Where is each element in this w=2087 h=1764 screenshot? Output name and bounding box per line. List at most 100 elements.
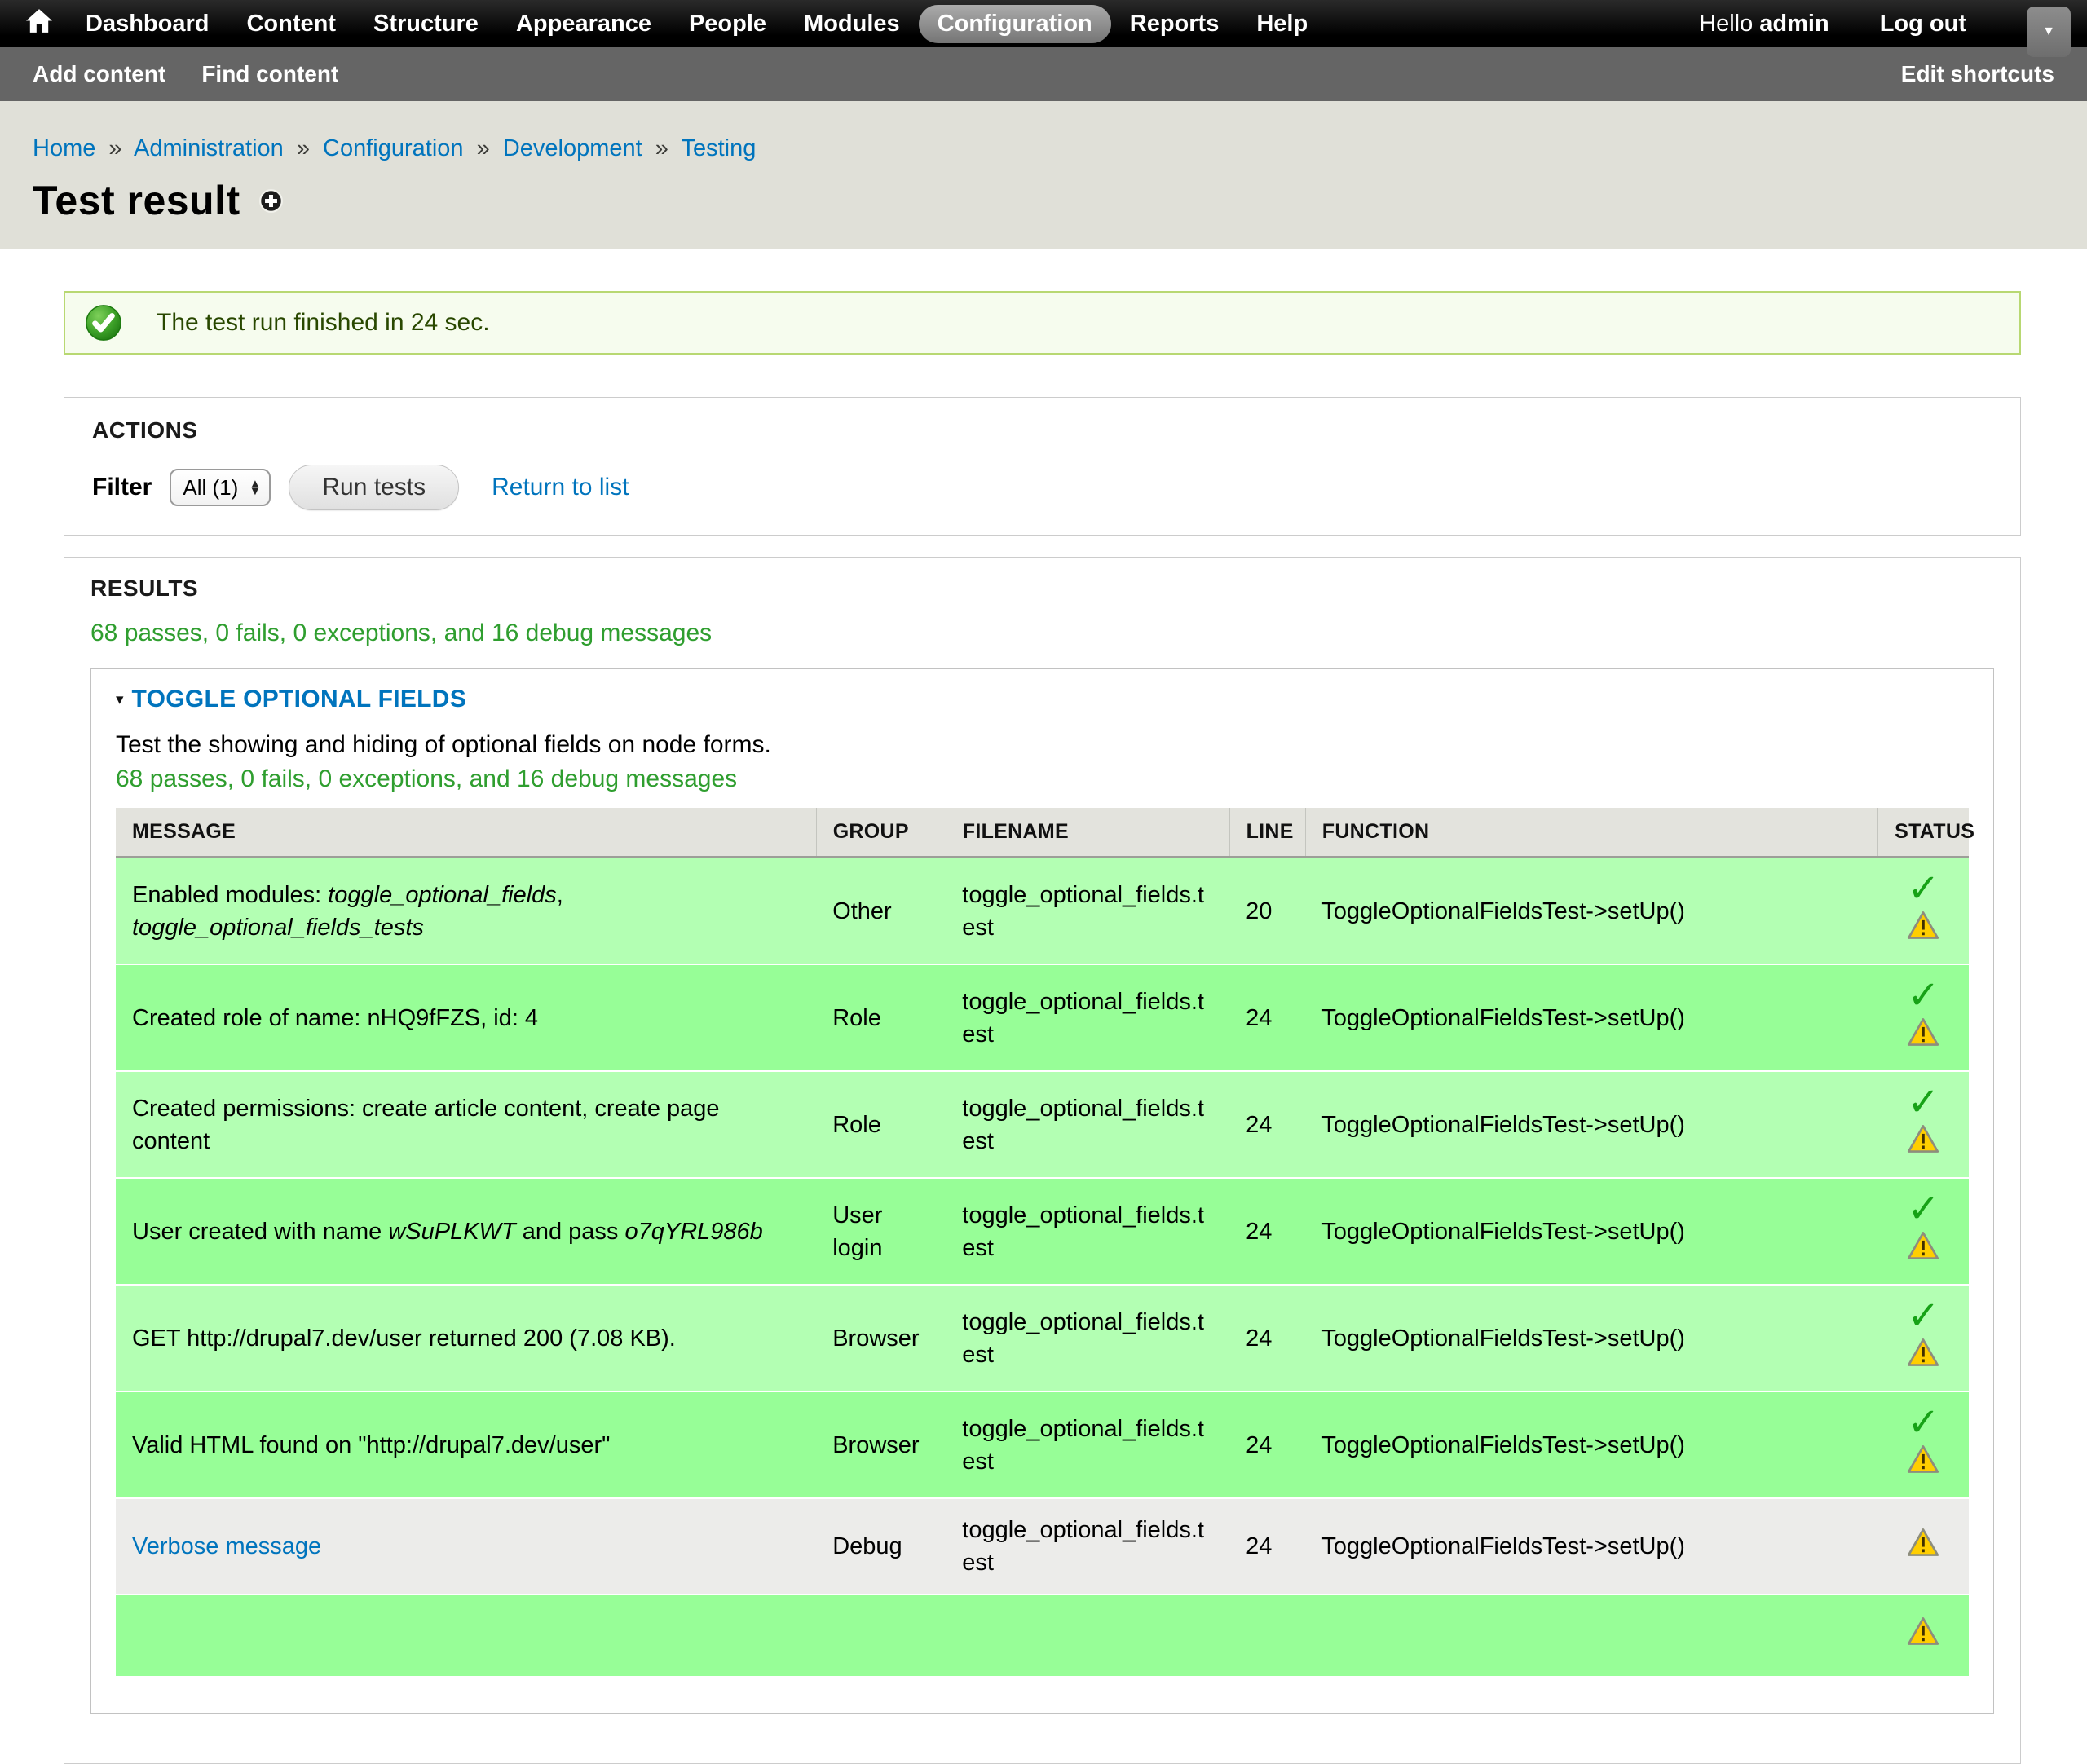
breadcrumb-development[interactable]: Development — [503, 135, 642, 161]
cell-group: Role — [816, 1071, 946, 1178]
pass-check-icon: ✓ — [1907, 1401, 1939, 1444]
warning-icon — [1907, 911, 1939, 940]
filter-select[interactable]: All (1) ▲▼ — [170, 469, 271, 506]
filter-label: Filter — [92, 474, 152, 501]
results-table-body: Enabled modules: toggle_optional_fields,… — [116, 858, 1969, 1678]
logout-link[interactable]: Log out — [1880, 11, 1966, 37]
results-fieldset: RESULTS 68 passes, 0 fails, 0 exceptions… — [64, 557, 2021, 1764]
pass-check-icon: ✓ — [1907, 1188, 1939, 1231]
cell-filename: toggle_optional_fields.test — [946, 858, 1229, 965]
breadcrumb: Home » Administration » Configuration » … — [33, 135, 2054, 162]
cell-group: Debug — [816, 1498, 946, 1594]
col-header-line: LINE — [1229, 808, 1305, 858]
cell-filename: toggle_optional_fields.test — [946, 1178, 1229, 1285]
cell-status: ✓ — [1878, 964, 1969, 1071]
col-header-message: MESSAGE — [116, 808, 816, 858]
test-group-title-link[interactable]: TOGGLE OPTIONAL FIELDS — [132, 686, 467, 713]
table-row: Created role of name: nHQ9fFZS, id: 4 Ro… — [116, 964, 1969, 1071]
cell-filename: toggle_optional_fields.test — [946, 1071, 1229, 1178]
user-greeting-link[interactable]: Hello admin — [1699, 11, 1829, 37]
warning-icon — [1907, 1124, 1939, 1153]
edit-shortcuts-link[interactable]: Edit shortcuts — [1901, 61, 2054, 86]
cell-message — [116, 1594, 816, 1677]
warning-icon — [1907, 1616, 1939, 1646]
cell-message: Valid HTML found on "http://drupal7.dev/… — [116, 1391, 816, 1498]
cell-message: Created permissions: create article cont… — [116, 1071, 816, 1178]
run-tests-button[interactable]: Run tests — [289, 465, 459, 510]
success-check-icon — [85, 304, 122, 342]
results-legend: RESULTS — [90, 576, 1994, 602]
cell-line: 24 — [1229, 1391, 1305, 1498]
breadcrumb-separator: » — [108, 135, 121, 161]
greeting-prefix: Hello — [1699, 11, 1753, 37]
cell-group: Browser — [816, 1285, 946, 1391]
menu-item-dashboard[interactable]: Dashboard — [67, 5, 227, 43]
menu-item-appearance[interactable]: Appearance — [497, 5, 670, 43]
shortcut-find-content[interactable]: Find content — [201, 61, 338, 87]
menu-item-people[interactable]: People — [670, 5, 785, 43]
admin-toolbar: Dashboard Content Structure Appearance P… — [0, 0, 2087, 47]
table-row: User created with name wSuPLKWT and pass… — [116, 1178, 1969, 1285]
cell-message: Enabled modules: toggle_optional_fields,… — [116, 858, 816, 965]
cell-message: GET http://drupal7.dev/user returned 200… — [116, 1285, 816, 1391]
shortcut-add-content[interactable]: Add content — [33, 61, 165, 87]
table-row: Enabled modules: toggle_optional_fields,… — [116, 858, 1969, 965]
warning-icon — [1907, 1017, 1939, 1047]
cell-line: 24 — [1229, 964, 1305, 1071]
toolbar-drawer-toggle[interactable]: ▼ — [2027, 7, 2071, 57]
username: admin — [1759, 11, 1829, 37]
col-header-status: STATUS — [1878, 808, 1969, 858]
breadcrumb-administration[interactable]: Administration — [134, 135, 284, 161]
cell-group: Other — [816, 858, 946, 965]
shortcut-bar: Add content Find content Edit shortcuts — [0, 47, 2087, 101]
collapse-arrow-icon[interactable]: ▾ — [116, 690, 124, 709]
cell-status: ✓ — [1878, 1285, 1969, 1391]
table-row: GET http://drupal7.dev/user returned 200… — [116, 1285, 1969, 1391]
breadcrumb-configuration[interactable]: Configuration — [323, 135, 464, 161]
breadcrumb-separator: » — [477, 135, 490, 161]
cell-function: ToggleOptionalFieldsTest->setUp() — [1305, 1178, 1877, 1285]
cell-line: 24 — [1229, 1178, 1305, 1285]
cell-filename: toggle_optional_fields.test — [946, 1391, 1229, 1498]
toolbar-user-links: Hello admin Log out — [1699, 11, 2071, 37]
cell-status: ✓ — [1878, 1391, 1969, 1498]
table-header-row: MESSAGE GROUP FILENAME LINE FUNCTION STA… — [116, 808, 1969, 858]
pass-check-icon: ✓ — [1907, 974, 1939, 1017]
add-to-shortcuts-icon[interactable] — [258, 188, 284, 214]
menu-item-content[interactable]: Content — [227, 5, 355, 43]
col-header-function: FUNCTION — [1305, 808, 1877, 858]
menu-item-reports[interactable]: Reports — [1111, 5, 1238, 43]
breadcrumb-separator: » — [297, 135, 310, 161]
menu-item-configuration[interactable]: Configuration — [919, 5, 1111, 43]
menu-item-help[interactable]: Help — [1238, 5, 1326, 43]
menu-item-modules[interactable]: Modules — [785, 5, 919, 43]
cell-line — [1229, 1594, 1305, 1677]
warning-icon — [1907, 1528, 1939, 1557]
menu-item-structure[interactable]: Structure — [355, 5, 497, 43]
cell-function: ToggleOptionalFieldsTest->setUp() — [1305, 1498, 1877, 1594]
status-message: The test run finished in 24 sec. — [64, 291, 2021, 355]
cell-filename: toggle_optional_fields.test — [946, 1498, 1229, 1594]
cell-filename — [946, 1594, 1229, 1677]
cell-line: 24 — [1229, 1071, 1305, 1178]
actions-legend: ACTIONS — [92, 417, 1992, 443]
breadcrumb-home[interactable]: Home — [33, 135, 95, 161]
warning-icon — [1907, 1444, 1939, 1474]
cell-message: Verbose message — [116, 1498, 816, 1594]
pass-check-icon: ✓ — [1907, 1294, 1939, 1338]
verbose-message-link[interactable]: Verbose message — [132, 1533, 321, 1559]
breadcrumb-separator: » — [655, 135, 668, 161]
table-row — [116, 1594, 1969, 1677]
test-group-summary: 68 passes, 0 fails, 0 exceptions, and 16… — [116, 765, 1969, 793]
cell-group — [816, 1594, 946, 1677]
cell-function: ToggleOptionalFieldsTest->setUp() — [1305, 1285, 1877, 1391]
breadcrumb-testing[interactable]: Testing — [681, 135, 756, 161]
page-title: Test result — [33, 177, 240, 224]
cell-status — [1878, 1594, 1969, 1677]
home-button[interactable] — [16, 9, 67, 39]
return-to-list-link[interactable]: Return to list — [492, 474, 629, 501]
cell-status — [1878, 1498, 1969, 1594]
status-message-text: The test run finished in 24 sec. — [157, 309, 490, 337]
cell-function: ToggleOptionalFieldsTest->setUp() — [1305, 964, 1877, 1071]
warning-icon — [1907, 1338, 1939, 1367]
